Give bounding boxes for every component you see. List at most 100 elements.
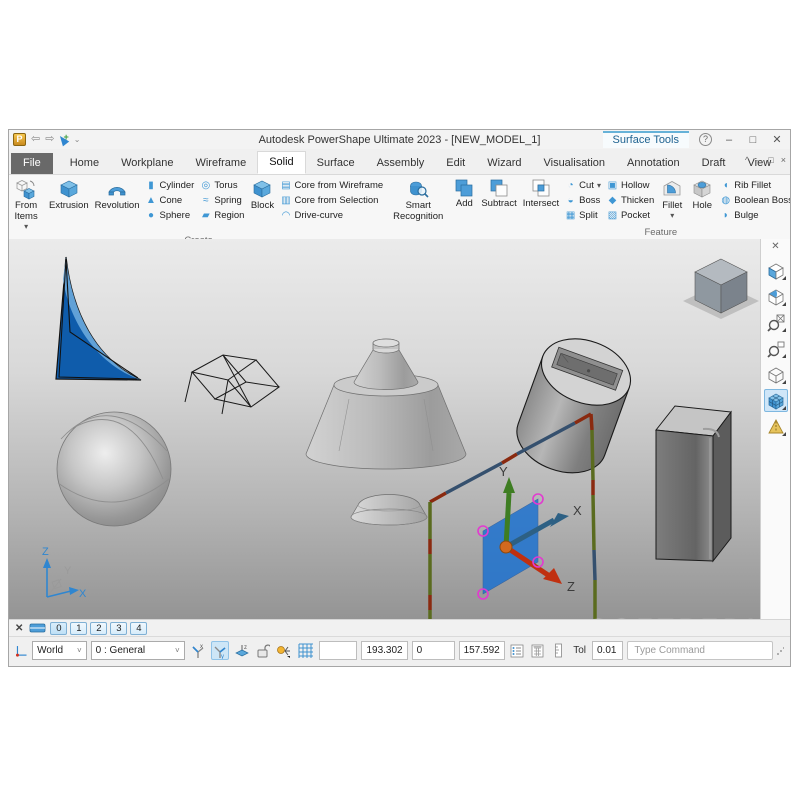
slotted-cylinder-solid[interactable] — [508, 327, 640, 484]
levels-icon[interactable] — [29, 622, 46, 634]
dynamic-section-button[interactable] — [764, 285, 788, 308]
level-tab-1[interactable]: 1 — [70, 622, 87, 635]
region-button[interactable]: ▰ Region — [197, 208, 247, 223]
help-button[interactable]: ? — [699, 133, 712, 146]
rounded-box-solid[interactable] — [656, 406, 731, 561]
boss-button[interactable]: ◒ Boss — [562, 193, 604, 208]
coordinate-y-field[interactable]: 0 — [412, 641, 455, 660]
level-bar-close-button[interactable]: ✕ — [15, 623, 23, 634]
rib-fillet-button[interactable]: ◖ Rib Fillet — [717, 178, 790, 193]
grid-toggle[interactable] — [297, 641, 315, 660]
ribbon-collapse-button[interactable]: ^ — [745, 155, 749, 165]
mdi-minimize-button[interactable]: – — [756, 155, 761, 165]
workplane-widget[interactable]: Y X Z — [478, 464, 582, 599]
viewport-canvas[interactable]: Y X Z Z X Y — [9, 239, 763, 619]
spring-button[interactable]: ≈ Spring — [197, 193, 247, 208]
bulge-button[interactable]: ◗ Bulge — [717, 208, 790, 223]
level-select[interactable]: 0 : General ˅ — [91, 641, 185, 660]
ruler-button[interactable] — [550, 641, 567, 660]
workplane-axes-icon[interactable] — [15, 643, 28, 659]
wireframe-box[interactable] — [185, 355, 279, 414]
view-toolbar-close-button[interactable]: ✕ — [771, 241, 779, 252]
torus-button[interactable]: ◎ Torus — [197, 178, 247, 193]
wireframe-view-button[interactable] — [764, 363, 788, 386]
surface-tools-contextual-tab[interactable]: Surface Tools — [603, 131, 689, 148]
subtract-button[interactable]: Subtract — [478, 176, 519, 211]
level-tab-2[interactable]: 2 — [90, 622, 107, 635]
calculator-button[interactable] — [530, 641, 547, 660]
lock-toggle[interactable] — [255, 641, 272, 660]
grid-size-field[interactable] — [319, 641, 357, 660]
hole-button[interactable]: Hole — [687, 176, 717, 213]
select-cursor-button[interactable]: + — [59, 135, 68, 145]
fillet-button[interactable]: Fillet ▾ — [657, 176, 687, 221]
redo-button[interactable]: ⇨ — [45, 134, 54, 145]
zoom-box-button[interactable] — [764, 337, 788, 360]
level-tab-4[interactable]: 4 — [130, 622, 147, 635]
extrusion-button[interactable]: Extrusion — [46, 176, 92, 213]
tab-assembly[interactable]: Assembly — [366, 153, 436, 174]
coordinate-z-field[interactable]: 157.592 — [459, 641, 505, 660]
tolerance-field[interactable]: 0.01 — [592, 641, 623, 660]
coordinate-x-field[interactable]: 193.302 — [361, 641, 407, 660]
intersect-button[interactable]: Intersect — [520, 176, 562, 211]
hollow-button[interactable]: ▣ Hollow — [604, 178, 657, 193]
boolean-boss-button[interactable]: ◍ Boolean Boss — [717, 193, 790, 208]
axis-z-toggle[interactable]: z — [233, 641, 251, 660]
pocket-button[interactable]: ▧ Pocket — [604, 208, 657, 223]
core-from-wireframe-button[interactable]: ▤ Core from Wireframe — [277, 178, 386, 193]
tab-solid[interactable]: Solid — [257, 151, 305, 174]
sphere-button[interactable]: ● Sphere — [143, 208, 198, 223]
core-from-selection-button[interactable]: ▥ Core from Selection — [277, 193, 386, 208]
tab-wireframe[interactable]: Wireframe — [184, 153, 257, 174]
intelligent-cursor-toggle[interactable] — [275, 641, 293, 660]
from-items-button[interactable]: From Items ▾ — [11, 176, 41, 234]
level-tab-3[interactable]: 3 — [110, 622, 127, 635]
drive-curve-button[interactable]: ◠ Drive-curve — [277, 208, 386, 223]
mdi-restore-button[interactable]: □ — [768, 155, 773, 165]
split-button[interactable]: ▦ Split — [562, 208, 604, 223]
cone-button[interactable]: ▲ Cone — [143, 193, 198, 208]
sphere-solid[interactable] — [57, 412, 171, 526]
coordinate-list-button[interactable] — [509, 641, 526, 660]
tab-wizard[interactable]: Wizard — [476, 153, 532, 174]
svg-text:y: y — [221, 654, 224, 659]
resize-grip[interactable] — [777, 647, 784, 655]
blue-sail-surface[interactable] — [56, 257, 141, 380]
qat-overflow-button[interactable]: ⌄ — [74, 134, 81, 145]
viewport[interactable]: Y X Z Z X Y ✕ — [9, 239, 790, 619]
cut-button[interactable]: ◔ Cut ▾ — [562, 178, 604, 193]
axis-x-toggle[interactable]: x — [189, 641, 207, 660]
shaded-view-button[interactable] — [764, 259, 788, 282]
dome-solid[interactable] — [351, 495, 427, 526]
cylinder-button[interactable]: ▮ Cylinder — [143, 178, 198, 193]
cube-on-plate-solid[interactable] — [683, 259, 759, 319]
feature-icon: ▦ — [565, 209, 576, 222]
zoom-full-button[interactable] — [764, 311, 788, 334]
revolution-button[interactable]: Revolution — [92, 176, 143, 213]
axis-y-toggle[interactable]: y — [211, 641, 229, 660]
maximize-button[interactable]: □ — [746, 134, 760, 146]
add-button[interactable]: Add — [450, 176, 478, 211]
tab-surface[interactable]: Surface — [306, 153, 366, 174]
frustum-cone-solid[interactable] — [306, 339, 466, 469]
tab-draft[interactable]: Draft — [691, 153, 737, 174]
minimize-button[interactable]: – — [722, 134, 736, 146]
close-button[interactable]: ✕ — [770, 133, 784, 146]
tab-home[interactable]: Home — [59, 153, 110, 174]
tab-annotation[interactable]: Annotation — [616, 153, 691, 174]
warnings-button[interactable] — [764, 415, 788, 438]
smart-recognition-button[interactable]: Smart Recognition — [390, 176, 446, 223]
level-tab-0[interactable]: 0 — [50, 622, 67, 635]
tab-file[interactable]: File — [11, 153, 53, 174]
tab-visualisation[interactable]: Visualisation — [532, 153, 616, 174]
multi-view-button[interactable] — [764, 389, 788, 412]
tab-workplane[interactable]: Workplane — [110, 153, 184, 174]
block-button[interactable]: Block — [247, 176, 277, 213]
workplane-select[interactable]: World ˅ — [32, 641, 86, 660]
command-input[interactable] — [627, 641, 773, 660]
tab-edit[interactable]: Edit — [435, 153, 476, 174]
mdi-close-button[interactable]: × — [781, 155, 786, 165]
undo-button[interactable]: ⇦ — [31, 134, 40, 145]
thicken-button[interactable]: ◆ Thicken — [604, 193, 657, 208]
